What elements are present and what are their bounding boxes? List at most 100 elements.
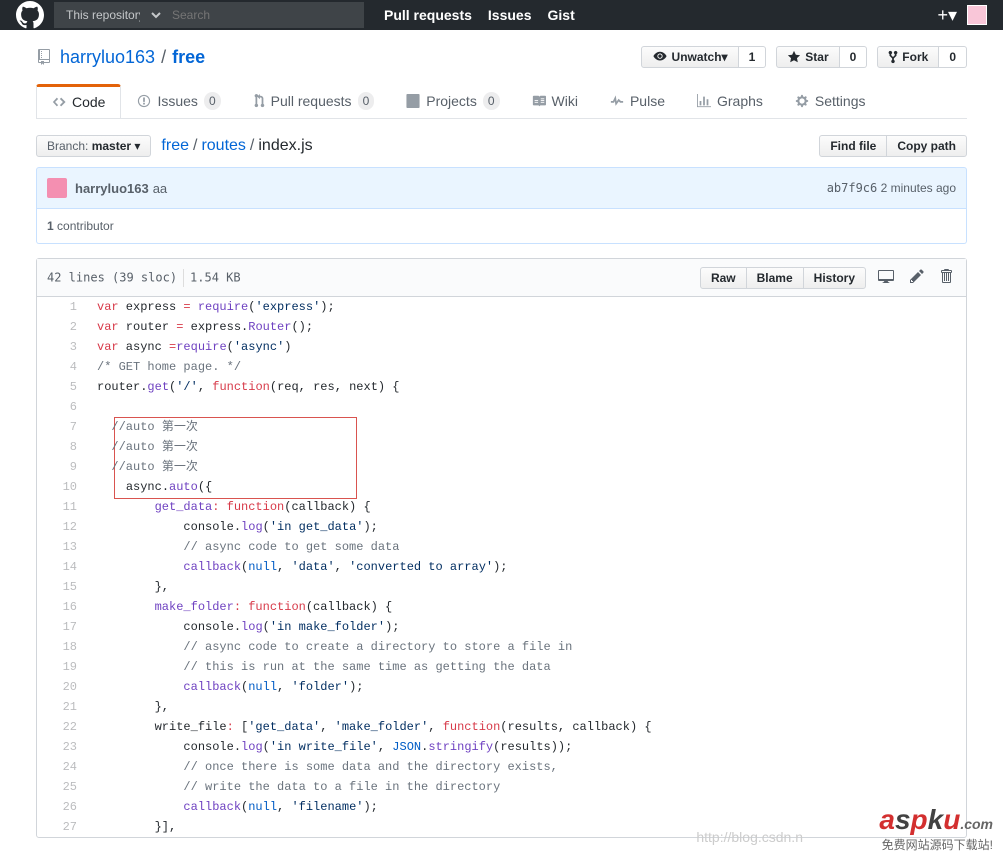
line-content: //auto 第一次 [87, 437, 966, 457]
tab-pulse[interactable]: Pulse [594, 84, 681, 118]
issue-icon [137, 94, 151, 108]
code-line: 3var async =require('async') [37, 337, 966, 357]
find-file-button[interactable]: Find file [819, 135, 887, 157]
tab-graphs[interactable]: Graphs [681, 84, 779, 118]
repo-icon [36, 49, 52, 65]
github-logo-icon[interactable] [16, 1, 44, 29]
nav-pull-requests[interactable]: Pull requests [384, 7, 472, 23]
line-number[interactable]: 19 [37, 657, 87, 677]
code-line: 27 }], [37, 817, 966, 837]
topbar: This repository Pull requests Issues Gis… [0, 0, 1003, 30]
line-content: callback(null, 'data', 'converted to arr… [87, 557, 966, 577]
code-line: 23 console.log('in write_file', JSON.str… [37, 737, 966, 757]
line-number[interactable]: 5 [37, 377, 87, 397]
commit-sha[interactable]: ab7f9c6 [827, 181, 878, 195]
tab-pull-requests[interactable]: Pull requests0 [237, 84, 391, 118]
code-line: 20 callback(null, 'folder'); [37, 677, 966, 697]
line-number[interactable]: 1 [37, 297, 87, 317]
edit-icon[interactable] [906, 264, 928, 291]
line-number[interactable]: 27 [37, 817, 87, 837]
fork-count[interactable]: 0 [939, 46, 967, 68]
line-number[interactable]: 7 [37, 417, 87, 437]
tab-wiki[interactable]: Wiki [516, 84, 594, 118]
line-number[interactable]: 2 [37, 317, 87, 337]
breadcrumb-root[interactable]: free [161, 137, 189, 155]
code-line: 24 // once there is some data and the di… [37, 757, 966, 777]
tab-settings[interactable]: Settings [779, 84, 882, 118]
nav-gist[interactable]: Gist [548, 7, 575, 23]
commit-message[interactable]: aa [153, 181, 167, 196]
line-content: router.get('/', function(req, res, next)… [87, 377, 966, 397]
tab-code[interactable]: Code [36, 84, 121, 118]
avatar[interactable] [967, 5, 987, 25]
line-number[interactable]: 21 [37, 697, 87, 717]
trash-icon[interactable] [936, 264, 956, 291]
line-number[interactable]: 4 [37, 357, 87, 377]
line-number[interactable]: 10 [37, 477, 87, 497]
line-number[interactable]: 18 [37, 637, 87, 657]
line-number[interactable]: 13 [37, 537, 87, 557]
graph-icon [697, 94, 711, 108]
code-line: 5router.get('/', function(req, res, next… [37, 377, 966, 397]
watch-count[interactable]: 1 [739, 46, 767, 68]
repo-name-link[interactable]: free [172, 47, 205, 68]
repo-tabs: Code Issues0 Pull requests0 Projects0 Wi… [36, 84, 967, 119]
line-number[interactable]: 6 [37, 397, 87, 417]
star-count[interactable]: 0 [840, 46, 868, 68]
line-number[interactable]: 22 [37, 717, 87, 737]
star-icon [787, 50, 801, 64]
line-number[interactable]: 25 [37, 777, 87, 797]
search-input[interactable] [164, 2, 364, 28]
contributors-bar[interactable]: 1 contributor [36, 209, 967, 244]
line-content: callback(null, 'folder'); [87, 677, 966, 697]
breadcrumb: free / routes / index.js [161, 137, 312, 155]
raw-button[interactable]: Raw [700, 267, 747, 289]
line-content: make_folder: function(callback) { [87, 597, 966, 617]
create-new-icon[interactable]: +▾ [937, 5, 957, 26]
commit-author-link[interactable]: harryluo163 [75, 181, 149, 196]
author-avatar[interactable] [47, 178, 67, 198]
blame-button[interactable]: Blame [746, 267, 804, 289]
line-number[interactable]: 12 [37, 517, 87, 537]
line-number[interactable]: 8 [37, 437, 87, 457]
code-line: 25 // write the data to a file in the di… [37, 777, 966, 797]
line-number[interactable]: 26 [37, 797, 87, 817]
fork-button[interactable]: Fork [877, 46, 939, 68]
star-button[interactable]: Star [776, 46, 839, 68]
code-line: 6 [37, 397, 966, 417]
line-number[interactable]: 15 [37, 577, 87, 597]
line-content: var express = require('express'); [87, 297, 966, 317]
line-number[interactable]: 17 [37, 617, 87, 637]
eye-icon [652, 50, 668, 64]
line-content: // async code to create a directory to s… [87, 637, 966, 657]
line-number[interactable]: 3 [37, 337, 87, 357]
desktop-icon[interactable] [874, 264, 898, 291]
line-number[interactable]: 14 [37, 557, 87, 577]
line-number[interactable]: 11 [37, 497, 87, 517]
line-number[interactable]: 23 [37, 737, 87, 757]
code-line: 12 console.log('in get_data'); [37, 517, 966, 537]
code-line: 1var express = require('express'); [37, 297, 966, 317]
branch-select-button[interactable]: Branch: master ▾ [36, 135, 151, 157]
line-content: console.log('in get_data'); [87, 517, 966, 537]
search-scope-select[interactable]: This repository [54, 2, 164, 28]
breadcrumb-dir[interactable]: routes [201, 137, 245, 155]
history-button[interactable]: History [803, 267, 866, 289]
line-content: callback(null, 'filename'); [87, 797, 966, 817]
unwatch-button[interactable]: Unwatch ▾ [641, 46, 739, 68]
code-line: 26 callback(null, 'filename'); [37, 797, 966, 817]
line-content: console.log('in make_folder'); [87, 617, 966, 637]
line-number[interactable]: 20 [37, 677, 87, 697]
tab-issues[interactable]: Issues0 [121, 84, 236, 118]
nav-issues[interactable]: Issues [488, 7, 532, 23]
pulse-icon [610, 94, 624, 108]
repo-title: harryluo163 / free [36, 47, 205, 68]
tab-projects[interactable]: Projects0 [390, 84, 515, 118]
copy-path-button[interactable]: Copy path [886, 135, 967, 157]
line-number[interactable]: 16 [37, 597, 87, 617]
watermark: aspku.com 免费网站源码下载站! [879, 804, 993, 853]
line-content: // once there is some data and the direc… [87, 757, 966, 777]
line-number[interactable]: 24 [37, 757, 87, 777]
repo-owner-link[interactable]: harryluo163 [60, 47, 155, 68]
line-number[interactable]: 9 [37, 457, 87, 477]
